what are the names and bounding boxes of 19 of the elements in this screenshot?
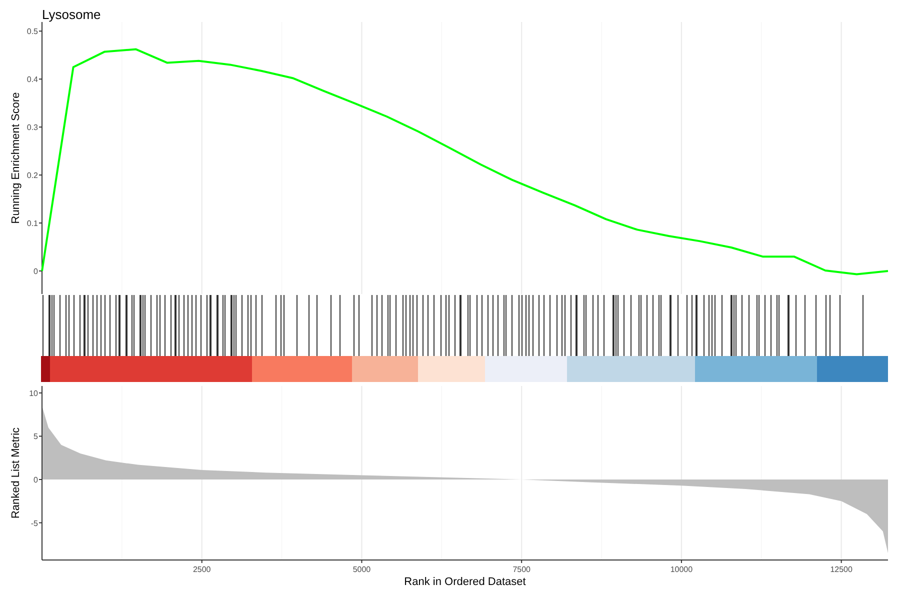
tick-label: 5000 — [352, 565, 371, 574]
tick-label: 5 — [34, 432, 38, 442]
tick-label: 0.5 — [26, 27, 38, 36]
tick-label: 12500 — [830, 565, 852, 574]
tick-label: 0.3 — [26, 123, 38, 132]
tick-label: 0.1 — [26, 219, 38, 228]
y-axis-title: Running Enrichment Score — [10, 92, 22, 224]
tick-label: 0.2 — [26, 171, 38, 180]
x-axis-title: Rank in Ordered Dataset — [404, 576, 526, 588]
tick-label: 0.4 — [26, 75, 38, 84]
tick-label: 10 — [29, 388, 38, 398]
tick-label: 0 — [34, 476, 38, 484]
tick-label: 7500 — [512, 565, 530, 574]
chart-title: Lysosome — [42, 7, 101, 22]
y-axis-title: Ranked List Metric — [10, 427, 22, 519]
tick-label: 0 — [34, 266, 38, 276]
tick-label: -5 — [30, 518, 38, 528]
tick-label: 2500 — [192, 565, 211, 574]
tick-label: 10000 — [670, 565, 693, 574]
